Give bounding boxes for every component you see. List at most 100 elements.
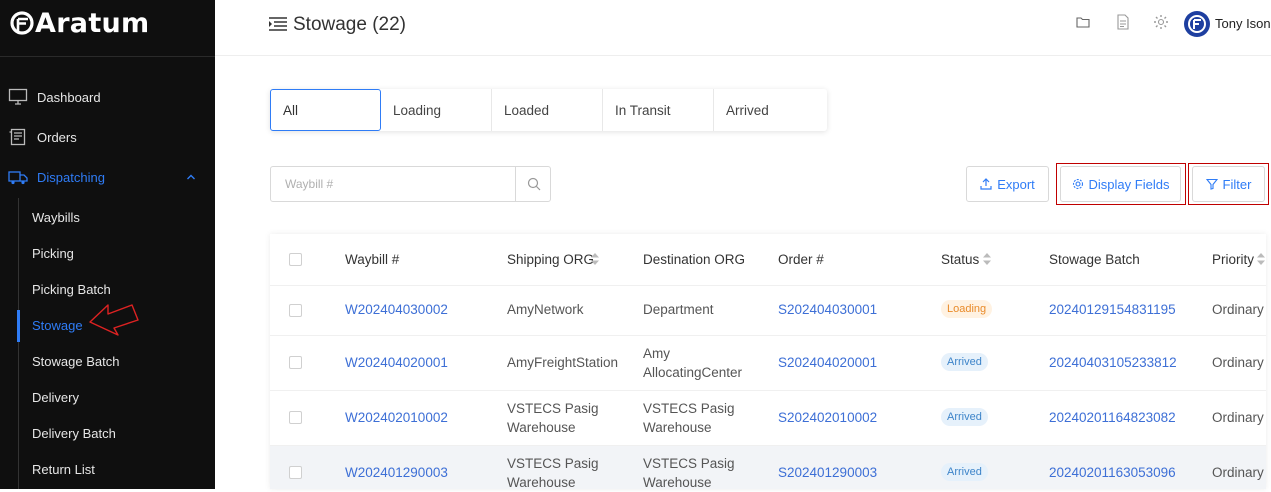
document-icon[interactable] — [1116, 14, 1130, 30]
order-link[interactable]: S202402010002 — [778, 408, 877, 427]
divider — [270, 285, 1266, 286]
sort-icon[interactable] — [591, 253, 599, 265]
sidebar-item-return-list[interactable]: Return List — [32, 462, 95, 477]
sidebar-item-delivery-batch[interactable]: Delivery Batch — [32, 426, 116, 441]
row-checkbox[interactable] — [289, 411, 302, 424]
submenu-line — [18, 198, 19, 489]
priority: Ordinary — [1212, 355, 1264, 370]
chevron-up-icon[interactable] — [186, 172, 196, 182]
nav-item-dispatching[interactable]: Dispatching — [0, 160, 215, 194]
page-title: Stowage (22) — [293, 14, 407, 35]
column-header-order: Order # — [778, 252, 824, 267]
stowage-batch-link[interactable]: 20240201164823082 — [1049, 408, 1176, 427]
waybill-link[interactable]: W202404020001 — [345, 353, 448, 372]
divider — [270, 390, 1266, 391]
column-header-status[interactable]: Status — [941, 250, 979, 269]
waybill-link[interactable]: W202402010002 — [345, 408, 448, 427]
tab-in-transit[interactable]: In Transit — [603, 89, 714, 131]
column-header-priority[interactable]: Priority — [1212, 250, 1254, 269]
order-link[interactable]: S202404020001 — [778, 353, 877, 372]
destination-org: Amy — [643, 346, 670, 361]
priority: Ordinary — [1212, 302, 1264, 317]
tab-all[interactable]: All — [270, 89, 381, 131]
folder-icon[interactable] — [1076, 16, 1090, 28]
avatar-logo-icon — [1188, 15, 1206, 33]
sidebar: Aratum Dashboard Orders Dispatching Wayb… — [0, 0, 215, 489]
status-tabs: All Loading Loaded In Transit Arrived — [270, 89, 827, 131]
sidebar-item-picking-batch[interactable]: Picking Batch — [32, 282, 111, 297]
search-box — [270, 166, 551, 202]
sidebar-item-waybills[interactable]: Waybills — [32, 210, 80, 225]
nav-item-label: Orders — [37, 129, 77, 145]
order-link[interactable]: S202401290003 — [778, 463, 877, 482]
status-badge: Arrived — [941, 353, 988, 371]
stowage-batch-link[interactable]: 20240129154831195 — [1049, 300, 1176, 319]
stowage-batch-link[interactable]: 20240403105233812 — [1049, 353, 1177, 372]
row-checkbox[interactable] — [289, 356, 302, 369]
tab-loading[interactable]: Loading — [381, 89, 492, 131]
column-header-shipping-org[interactable]: Shipping ORG — [507, 250, 594, 269]
sort-icon[interactable] — [1257, 253, 1265, 265]
monitor-icon — [8, 88, 28, 105]
export-button[interactable]: Export — [966, 166, 1049, 202]
row-checkbox[interactable] — [289, 466, 302, 479]
logo[interactable]: Aratum — [10, 6, 150, 40]
status-badge: Arrived — [941, 463, 988, 481]
destination-org-line2: Warehouse — [643, 420, 712, 435]
status-badge: Arrived — [941, 408, 988, 426]
logo-icon — [10, 11, 34, 35]
user-name[interactable]: Tony Ison — [1215, 16, 1271, 31]
waybill-link[interactable]: W202401290003 — [345, 463, 448, 482]
shipping-org: VSTECS Pasig — [507, 456, 599, 471]
shipping-org-line2: Warehouse — [507, 475, 576, 490]
column-header-destination-org: Destination ORG — [643, 252, 746, 267]
orders-icon — [9, 128, 26, 146]
sidebar-item-delivery[interactable]: Delivery — [32, 390, 79, 405]
shipping-org: VSTECS Pasig — [507, 401, 599, 416]
annotation-arrow — [89, 304, 139, 336]
highlight-box — [1188, 163, 1269, 205]
status-badge: Loading — [941, 300, 993, 318]
destination-org-line2: AllocatingCenter — [643, 365, 743, 380]
destination-org: Department — [643, 302, 714, 317]
shipping-org: AmyNetwork — [507, 302, 584, 317]
nav-item-orders[interactable]: Orders — [0, 120, 215, 154]
shipping-org: AmyFreightStation — [507, 355, 619, 370]
avatar[interactable] — [1184, 11, 1210, 37]
tab-arrived[interactable]: Arrived — [714, 89, 825, 131]
settings-icon[interactable] — [1153, 14, 1169, 30]
divider — [270, 445, 1266, 446]
select-all-checkbox[interactable] — [289, 253, 302, 266]
shipping-org-line2: Warehouse — [507, 420, 576, 435]
destination-org-line2: Warehouse — [643, 475, 712, 490]
search-icon — [527, 177, 540, 191]
tab-loaded[interactable]: Loaded — [492, 89, 603, 131]
sort-icon[interactable] — [983, 253, 991, 265]
nav-item-label: Dashboard — [37, 89, 101, 105]
truck-icon — [8, 171, 28, 185]
priority: Ordinary — [1212, 465, 1264, 480]
nav-item-dashboard[interactable]: Dashboard — [0, 80, 215, 114]
export-label: Export — [997, 176, 1035, 192]
stowage-batch-link[interactable]: 20240201163053096 — [1049, 463, 1176, 482]
sidebar-item-stowage-batch[interactable]: Stowage Batch — [32, 354, 119, 369]
waybill-link[interactable]: W202404030002 — [345, 300, 448, 319]
waybill-search-input[interactable] — [271, 167, 515, 201]
menu-collapse-icon[interactable] — [269, 17, 287, 31]
top-bar: Stowage (22) Tony Ison — [215, 0, 1271, 56]
logo-text: Aratum — [35, 7, 150, 39]
order-link[interactable]: S202404030001 — [778, 300, 877, 319]
upload-icon — [980, 178, 992, 190]
sidebar-item-picking[interactable]: Picking — [32, 246, 74, 261]
search-button[interactable] — [515, 167, 551, 201]
destination-org: VSTECS Pasig — [643, 456, 735, 471]
sidebar-item-stowage[interactable]: Stowage — [32, 318, 83, 333]
divider — [0, 56, 215, 57]
column-header-stowage-batch: Stowage Batch — [1049, 252, 1140, 267]
column-header-waybill: Waybill # — [345, 252, 400, 267]
row-checkbox[interactable] — [289, 304, 302, 317]
nav-item-label: Dispatching — [37, 169, 105, 185]
highlight-box — [1056, 163, 1186, 205]
destination-org: VSTECS Pasig — [643, 401, 735, 416]
divider — [270, 335, 1266, 336]
